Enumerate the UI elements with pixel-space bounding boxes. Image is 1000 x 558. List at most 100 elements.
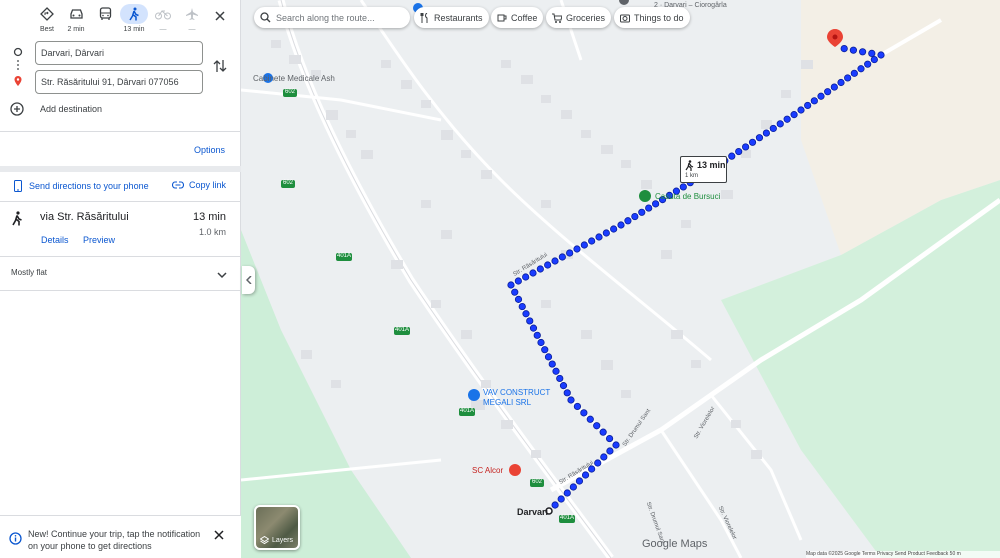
travel-mode-bar: Best 2 min 13 min — —	[0, 0, 241, 38]
details-button[interactable]: Details	[41, 235, 69, 245]
route-dot	[526, 317, 534, 325]
mode-driving[interactable]: 2 min	[61, 4, 91, 36]
options-button[interactable]: Options	[194, 145, 225, 155]
route-dot	[679, 183, 687, 191]
route-dot	[857, 65, 865, 73]
route-dot	[588, 237, 596, 245]
route-dot	[563, 489, 571, 497]
road-shield-401a-4: 401A	[560, 515, 575, 521]
route-dot	[567, 396, 575, 404]
route-dot	[645, 204, 653, 212]
route-dot	[755, 134, 764, 142]
label-sc-alcor[interactable]: SC Alcor	[472, 466, 503, 475]
chip-label: Coffee	[511, 12, 538, 23]
route-dot	[529, 324, 538, 332]
route-dot	[610, 225, 618, 233]
label-casuta-de-bursuci[interactable]: Casuta de Bursuci	[655, 192, 720, 201]
map-canvas[interactable]: Cabinete Medicale Ash Casuta de Bursuci …	[241, 0, 1000, 558]
chip-restaurants[interactable]: Restaurants	[414, 7, 489, 28]
dismiss-notification-button[interactable]	[213, 528, 225, 546]
route-dot	[824, 88, 832, 96]
section-divider	[0, 166, 241, 172]
route-dot	[551, 257, 559, 265]
maps-directions-app: Cabinete Medicale Ash Casuta de Bursuci …	[0, 0, 1000, 558]
mode-label: Best	[39, 26, 54, 33]
mode-label: —	[159, 26, 167, 33]
preview-button[interactable]: Preview	[83, 235, 115, 245]
map-graphics	[241, 0, 1000, 558]
start-location-input[interactable]: Darvari, Dârvari	[35, 41, 203, 65]
route-dot	[599, 428, 607, 436]
route-dot	[864, 60, 872, 68]
label-cabinete[interactable]: Cabinete Medicale Ash	[253, 74, 335, 83]
camera-icon	[620, 14, 630, 22]
mode-walking[interactable]: 13 min	[119, 4, 149, 36]
route-dot	[566, 249, 574, 257]
route-time-callout[interactable]: 13 min 1 km	[680, 156, 727, 183]
send-directions-label: Send directions to your phone	[29, 181, 149, 191]
route-dot	[522, 310, 530, 318]
divider	[0, 201, 241, 202]
add-destination-button[interactable]: Add destination	[10, 102, 102, 116]
elevation-summary: Mostly flat	[11, 268, 48, 277]
route-dot	[735, 147, 743, 156]
plane-icon	[186, 8, 198, 20]
divider	[0, 290, 241, 291]
route-dot	[536, 265, 544, 273]
mode-transit[interactable]	[90, 4, 120, 36]
route-dot	[557, 495, 565, 503]
cart-icon	[552, 13, 562, 23]
route-dot	[580, 241, 588, 249]
layers-button[interactable]: Layers	[254, 505, 300, 550]
route-dot	[605, 434, 614, 443]
chip-label: Things to do	[634, 12, 684, 23]
mode-flights[interactable]: —	[177, 4, 207, 36]
mode-cycling[interactable]: —	[148, 4, 178, 36]
route-dot	[776, 120, 784, 128]
divider	[0, 131, 241, 132]
route-dot	[544, 261, 552, 269]
swap-icon	[213, 60, 227, 72]
poi-vav-marker	[468, 389, 480, 401]
mode-best[interactable]: Best	[32, 4, 62, 36]
route-dot	[559, 382, 568, 390]
route-dot	[573, 245, 581, 253]
route-dot	[544, 353, 553, 361]
waypoint-connector	[11, 46, 25, 93]
search-along-route[interactable]: Search along the route...	[254, 7, 410, 28]
route-dot	[556, 374, 564, 383]
chevron-left-icon	[245, 276, 252, 284]
route-dot	[790, 111, 798, 119]
label-darvari[interactable]: Darvari	[517, 507, 548, 517]
route-via-text[interactable]: via Str. Răsăritului	[40, 211, 129, 223]
route-dot	[858, 48, 867, 56]
route-dot	[810, 97, 818, 105]
notification-message: New! Continue your trip, tap the notific…	[28, 529, 201, 551]
map-attribution[interactable]: Map data ©2025 Google Terms Privacy Send…	[806, 551, 1000, 558]
close-directions-button[interactable]	[210, 6, 230, 26]
label-vav-construct[interactable]: VAV CONSTRUCT	[483, 388, 550, 397]
swap-waypoints-button[interactable]	[212, 58, 228, 74]
close-icon	[214, 530, 224, 540]
info-icon	[9, 532, 22, 545]
copy-link-button[interactable]: Copy link	[172, 180, 226, 190]
route-dot	[606, 447, 614, 455]
destination-input[interactable]: Str. Răsăritului 91, Dârvari 077056	[35, 70, 203, 94]
chip-coffee[interactable]: Coffee	[491, 7, 544, 28]
chevron-down-icon	[217, 272, 227, 279]
route-dot	[850, 69, 858, 77]
mode-label: 2 min	[67, 26, 85, 33]
route-dot	[511, 288, 519, 296]
route-dot	[742, 143, 750, 151]
chip-groceries[interactable]: Groceries	[546, 7, 612, 28]
car-icon	[69, 9, 83, 19]
notification-banner: New! Continue your trip, tap the notific…	[0, 515, 241, 558]
route-dot	[797, 106, 805, 114]
route-dot	[783, 115, 791, 123]
collapse-panel-button[interactable]	[242, 266, 255, 294]
expand-elevation-button[interactable]	[216, 267, 228, 285]
route-dot	[870, 55, 878, 64]
chip-things-to-do[interactable]: Things to do	[614, 7, 690, 28]
send-to-phone-button[interactable]: Send directions to your phone	[13, 180, 149, 192]
route-dot	[533, 331, 541, 339]
